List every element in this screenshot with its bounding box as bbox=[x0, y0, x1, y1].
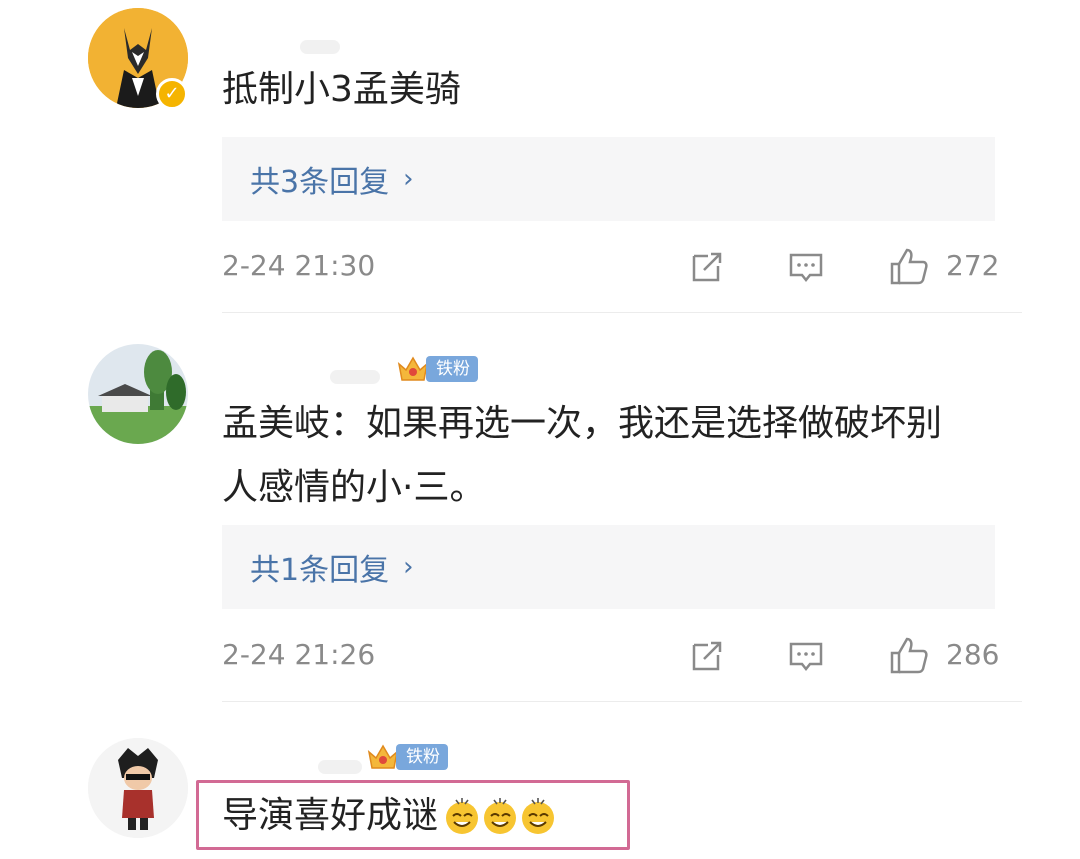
comment-icon[interactable] bbox=[786, 246, 826, 286]
timestamp: 2-24 21:30 bbox=[222, 249, 376, 282]
comment-text-line-1: 孟美岐：如果再选一次，我还是选择做破坏别 bbox=[222, 403, 943, 444]
like-icon[interactable] bbox=[888, 635, 930, 675]
username-blurred[interactable] bbox=[300, 40, 340, 54]
badge-label: 铁粉 bbox=[396, 744, 448, 770]
like-count: 272 bbox=[946, 249, 1000, 282]
timestamp: 2-24 21:26 bbox=[222, 638, 376, 671]
chevron-right-icon: › bbox=[403, 552, 414, 582]
crown-icon bbox=[367, 744, 399, 769]
badge-label: 铁粉 bbox=[426, 356, 478, 382]
reply-count-button[interactable]: 共1条回复 › bbox=[222, 525, 995, 609]
avatar[interactable] bbox=[88, 738, 188, 838]
share-icon[interactable] bbox=[686, 635, 726, 675]
comment-text: 抵制小3孟美骑 bbox=[222, 69, 461, 110]
landscape-avatar-icon bbox=[88, 344, 188, 444]
avatar[interactable] bbox=[88, 344, 188, 444]
chevron-right-icon: › bbox=[403, 164, 414, 194]
like-icon[interactable] bbox=[888, 246, 930, 286]
verified-badge-icon: ✓ bbox=[156, 78, 188, 110]
comment-text-line-2: 人感情的小·三。 bbox=[222, 467, 486, 508]
reply-count-label: 共1条回复 bbox=[250, 553, 390, 588]
reply-count-button[interactable]: 共3条回复 › bbox=[222, 137, 995, 221]
reply-count-label: 共3条回复 bbox=[250, 165, 390, 200]
comment-meta: 2-24 21:26 286 bbox=[222, 635, 1000, 675]
highlight-box bbox=[196, 780, 630, 850]
cartoon-character-avatar-icon bbox=[88, 738, 188, 838]
comment-meta: 2-24 21:30 272 bbox=[222, 246, 1000, 286]
divider bbox=[222, 701, 1022, 702]
fan-badge: 铁粉 bbox=[396, 354, 478, 384]
share-icon[interactable] bbox=[686, 246, 726, 286]
divider bbox=[222, 312, 1022, 313]
like-count: 286 bbox=[946, 638, 1000, 671]
username-blurred[interactable] bbox=[318, 760, 362, 774]
fan-badge: 铁粉 bbox=[366, 742, 448, 772]
crown-icon bbox=[397, 356, 429, 381]
username-blurred[interactable] bbox=[330, 370, 380, 384]
comment-icon[interactable] bbox=[786, 635, 826, 675]
